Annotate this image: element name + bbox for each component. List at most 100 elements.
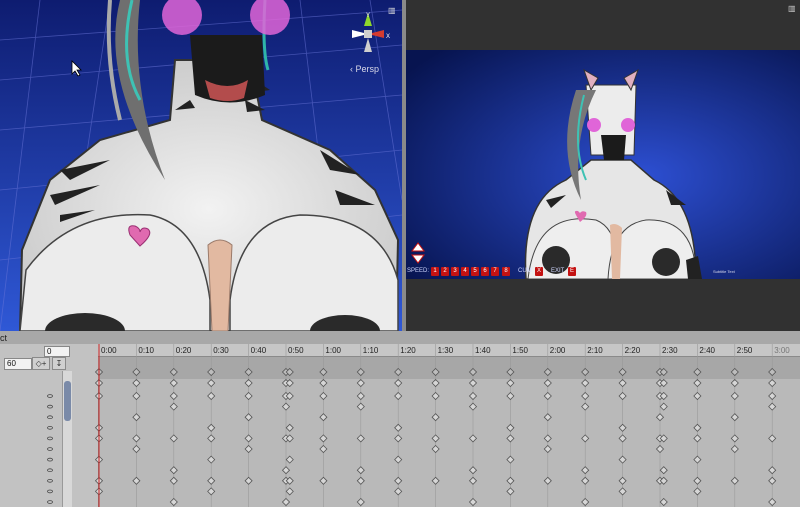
speed-button-2[interactable]: 2 — [441, 267, 449, 276]
keyframe-diamond[interactable] — [468, 378, 478, 388]
keyframe-diamond[interactable] — [319, 476, 328, 485]
keyframe-diamond[interactable] — [581, 497, 590, 507]
keyframe-diamond[interactable] — [693, 378, 702, 388]
keyframe-diamond[interactable] — [543, 378, 552, 388]
keyframe-diamond[interactable] — [207, 391, 216, 401]
orientation-gizmo[interactable]: Y X — [342, 8, 394, 58]
keyframe-diamond[interactable] — [581, 466, 590, 475]
keyframe-diamond[interactable] — [543, 444, 552, 454]
keyframe-diamond[interactable] — [468, 402, 478, 411]
animation-tab-label[interactable]: ct — [0, 333, 7, 343]
property-visibility-icon[interactable] — [47, 457, 53, 462]
keyframe-diamond[interactable] — [207, 434, 216, 443]
keyframe-diamond[interactable] — [319, 444, 328, 454]
keyframe-diamond[interactable] — [169, 378, 178, 388]
keyframe-diamond[interactable] — [244, 378, 253, 388]
property-visibility-icon[interactable] — [47, 394, 53, 398]
cum-button[interactable]: X — [535, 267, 543, 276]
keyframe-diamond[interactable] — [244, 391, 253, 401]
keyframe-diamond[interactable] — [394, 423, 403, 432]
keyframe-diamond[interactable] — [207, 476, 216, 485]
keyframe-diamond[interactable] — [132, 378, 141, 388]
keyframe-diamond[interactable] — [693, 487, 702, 496]
keyframe-diamond[interactable] — [431, 413, 440, 422]
keyframe-diamond[interactable] — [693, 434, 702, 443]
keyframe-diamond[interactable] — [581, 476, 590, 485]
keyframe-diamond[interactable] — [356, 476, 365, 485]
keyframe-diamond[interactable] — [207, 455, 216, 464]
keyframe-diamond[interactable] — [169, 434, 178, 443]
keyframe-diamond[interactable] — [730, 413, 739, 422]
frame-field[interactable]: 0 — [44, 346, 70, 357]
keyframe-diamond[interactable] — [468, 367, 478, 377]
keyframe-diamond[interactable] — [506, 487, 515, 496]
keyframe-diamond[interactable] — [394, 391, 403, 401]
keyframe-diamond[interactable] — [506, 476, 515, 485]
keyframe-diamond[interactable] — [693, 367, 702, 377]
timeline-canvas[interactable] — [0, 331, 800, 507]
keyframe-diamond[interactable] — [543, 391, 552, 401]
property-visibility-icon[interactable] — [47, 404, 53, 409]
keyframe-diamond[interactable] — [356, 367, 365, 377]
keyframe-diamond[interactable] — [730, 444, 739, 454]
keyframe-diamond[interactable] — [169, 476, 178, 485]
keyframe-diamond[interactable] — [244, 476, 253, 485]
keyframe-diamond[interactable] — [431, 391, 440, 401]
keyframe-diamond[interactable] — [693, 423, 702, 432]
keyframe-diamond[interactable] — [693, 476, 702, 485]
keyframe-diamond[interactable] — [659, 466, 668, 475]
keyframe-diamond[interactable] — [506, 423, 515, 432]
keyframe-diamond[interactable] — [132, 476, 141, 485]
lock-icon[interactable]: ▥ — [788, 4, 796, 13]
keyframe-diamond[interactable] — [356, 402, 365, 411]
keyframe-diamond[interactable] — [169, 391, 178, 401]
speed-button-3[interactable]: 3 — [451, 267, 459, 276]
keyframe-diamond[interactable] — [431, 367, 440, 377]
keyframe-diamond[interactable] — [468, 391, 478, 401]
keyframe-diamond[interactable] — [618, 423, 627, 432]
keyframe-diamond[interactable] — [618, 378, 627, 388]
keyframe-diamond[interactable] — [207, 367, 216, 377]
keyframe-diamond[interactable] — [132, 413, 141, 422]
keyframe-diamond[interactable] — [169, 402, 178, 411]
keyframe-diamond[interactable] — [356, 466, 365, 475]
keyframe-diamond[interactable] — [356, 497, 365, 507]
keyframe-diamond[interactable] — [768, 466, 777, 475]
property-visibility-icon[interactable] — [47, 436, 53, 441]
keyframe-diamond[interactable] — [468, 497, 478, 507]
keyframe-diamond[interactable] — [132, 434, 141, 443]
keyframe-diamond[interactable] — [394, 455, 403, 464]
keyframe-diamond[interactable] — [768, 378, 777, 388]
keyframe-diamond[interactable] — [207, 378, 216, 388]
keyframe-diamond[interactable] — [285, 487, 294, 496]
lock-icon[interactable]: ▥ — [388, 6, 396, 15]
scene-view[interactable]: Y X ▥ — [0, 0, 402, 331]
keyframe-diamond[interactable] — [132, 367, 141, 377]
keyframe-diamond[interactable] — [506, 378, 515, 388]
keyframe-diamond[interactable] — [207, 487, 216, 496]
keyframe-diamond[interactable] — [506, 367, 515, 377]
keyframe-diamond[interactable] — [655, 444, 665, 454]
keyframe-diamond[interactable] — [768, 497, 777, 507]
keyframe-diamond[interactable] — [768, 367, 777, 377]
keyframe-diamond[interactable] — [281, 497, 291, 507]
keyframe-diamond[interactable] — [281, 466, 291, 475]
keyframe-diamond[interactable] — [356, 434, 365, 443]
keyframe-diamond[interactable] — [394, 487, 403, 496]
keyframe-diamond[interactable] — [244, 413, 253, 422]
keyframe-diamond[interactable] — [207, 423, 216, 432]
keyframe-diamond[interactable] — [319, 378, 328, 388]
keyframe-diamond[interactable] — [659, 402, 668, 411]
speed-button-5[interactable]: 5 — [471, 267, 479, 276]
keyframe-diamond[interactable] — [285, 423, 294, 432]
exit-button[interactable]: E — [568, 267, 576, 276]
keyframe-diamond[interactable] — [618, 455, 627, 464]
keyframe-diamond[interactable] — [132, 444, 141, 454]
keyframe-diamond[interactable] — [468, 476, 478, 485]
speed-button-1[interactable]: 1 — [431, 267, 439, 276]
add-event-button[interactable]: ↧ — [52, 357, 66, 370]
keyframe-diamond[interactable] — [581, 367, 590, 377]
keyframe-diamond[interactable] — [431, 444, 440, 454]
keyframe-diamond[interactable] — [244, 434, 253, 443]
keyframe-diamond[interactable] — [768, 391, 777, 401]
